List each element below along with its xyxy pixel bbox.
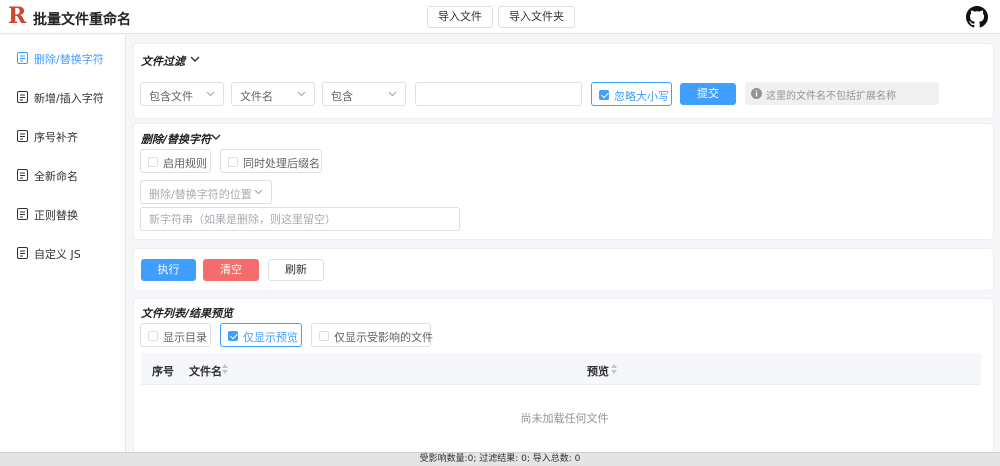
empty-table-text: 尚未加载任何文件: [520, 412, 609, 425]
new-string-input[interactable]: [140, 207, 460, 231]
filter-panel: 文件过滤 包含文件 文件名 包含 忽略大小写 提交 这里的文件名不包括扩展名称: [133, 43, 994, 119]
sidebar-item-regex-replace[interactable]: 正则替换: [0, 199, 125, 229]
only-preview-checkbox[interactable]: 仅显示预览: [220, 323, 302, 347]
checkbox-box: [228, 157, 238, 167]
hint-text: 这里的文件名不包括扩展名称: [766, 91, 896, 102]
sidebar-item-label: 自定义 JS: [34, 248, 81, 261]
sidebar-item-label: 正则替换: [34, 209, 78, 222]
enable-rule-checkbox[interactable]: 启用规则: [140, 149, 211, 173]
sidebar-item-rename-all[interactable]: 全新命名: [0, 160, 125, 190]
process-extension-checkbox[interactable]: 同时处理后缀名: [220, 149, 322, 173]
filter-text-input[interactable]: [415, 82, 582, 106]
actions-panel: 执行 清空 刷新: [133, 248, 994, 291]
only-affected-checkbox[interactable]: 仅显示受影响的文件: [311, 323, 433, 347]
checkbox-box: [148, 331, 158, 341]
submit-button[interactable]: 提交: [680, 83, 736, 105]
checkbox-label: 忽略大小写: [614, 90, 669, 103]
refresh-button[interactable]: 刷新: [268, 259, 324, 281]
position-select[interactable]: 删除/替换字符的位置: [140, 180, 272, 204]
filter-operator-select[interactable]: 包含: [322, 82, 406, 106]
document-list-icon: [17, 169, 28, 181]
checkbox-label: 同时处理后缀名: [243, 157, 320, 170]
chevron-down-icon[interactable]: [190, 56, 200, 63]
filelist-panel: 文件列表/结果预览 显示目录 仅显示预览 仅显示受影响的文件 序号 文件名 预览…: [133, 298, 994, 458]
import-file-button[interactable]: 导入文件: [427, 6, 493, 28]
select-value: 文件名: [240, 90, 273, 103]
sidebar-item-sequence-pad[interactable]: 序号补齐: [0, 121, 125, 151]
select-value: 包含文件: [149, 90, 193, 103]
sidebar-item-custom-js[interactable]: 自定义 JS: [0, 238, 125, 268]
replace-title: 删除/替换字符: [141, 133, 212, 146]
app-title: 批量文件重命名: [33, 12, 131, 28]
replace-panel: 删除/替换字符 启用规则 同时处理后缀名 删除/替换字符的位置: [133, 123, 994, 240]
checkbox-label: 仅显示预览: [243, 331, 298, 344]
sidebar-item-delete-replace[interactable]: 删除/替换字符: [0, 43, 125, 73]
info-icon: [751, 88, 762, 99]
checkbox-box: [228, 331, 238, 341]
sidebar-item-label: 全新命名: [34, 170, 78, 183]
document-list-icon: [17, 247, 28, 259]
checkbox-box: [148, 157, 158, 167]
status-bar: 受影响数量:0; 过滤结果: 0; 导入总数: 0: [0, 452, 1000, 466]
checkbox-box: [319, 331, 329, 341]
sidebar: 删除/替换字符 新增/插入字符 序号补齐 全新命名 正则替换 自定义 JS: [0, 35, 126, 466]
document-list-icon: [17, 208, 28, 220]
clear-button[interactable]: 清空: [203, 259, 259, 281]
select-value: 包含: [331, 90, 353, 103]
sidebar-item-label: 新增/插入字符: [34, 92, 104, 105]
ignore-case-checkbox[interactable]: 忽略大小写: [591, 82, 672, 106]
sort-icon[interactable]: [221, 362, 229, 376]
checkbox-label: 启用规则: [163, 157, 207, 170]
chevron-down-icon: [254, 189, 263, 195]
app-logo: R: [8, 3, 27, 29]
checkbox-box: [599, 90, 609, 100]
document-list-icon: [17, 130, 28, 142]
chevron-down-icon: [388, 91, 397, 97]
import-folder-button[interactable]: 导入文件夹: [498, 6, 575, 28]
filelist-title: 文件列表/结果预览: [141, 307, 234, 320]
sort-icon[interactable]: [610, 362, 618, 376]
chevron-down-icon: [206, 91, 215, 97]
column-preview[interactable]: 预览: [587, 363, 609, 379]
sidebar-item-label: 序号补齐: [34, 131, 78, 144]
app-header: R 批量文件重命名 导入文件 导入文件夹: [0, 0, 1000, 34]
select-placeholder: 删除/替换字符的位置: [149, 188, 252, 201]
sidebar-item-label: 删除/替换字符: [34, 53, 104, 66]
filter-field-select[interactable]: 文件名: [231, 82, 315, 106]
chevron-down-icon: [297, 91, 306, 97]
document-list-icon: [17, 52, 28, 64]
filename-hint: 这里的文件名不包括扩展名称: [745, 82, 939, 105]
checkbox-label: 显示目录: [163, 331, 207, 344]
filter-title: 文件过滤: [141, 55, 185, 68]
document-list-icon: [17, 91, 28, 103]
execute-button[interactable]: 执行: [141, 259, 196, 281]
column-filename[interactable]: 文件名: [189, 363, 222, 379]
chevron-down-icon[interactable]: [211, 134, 221, 141]
github-icon[interactable]: [966, 6, 988, 28]
table-header: 序号 文件名 预览: [141, 353, 981, 385]
show-directory-checkbox[interactable]: 显示目录: [140, 323, 211, 347]
sidebar-item-add-insert[interactable]: 新增/插入字符: [0, 82, 125, 112]
checkbox-label: 仅显示受影响的文件: [334, 331, 433, 344]
column-index: 序号: [152, 365, 174, 378]
filter-type-select[interactable]: 包含文件: [140, 82, 224, 106]
